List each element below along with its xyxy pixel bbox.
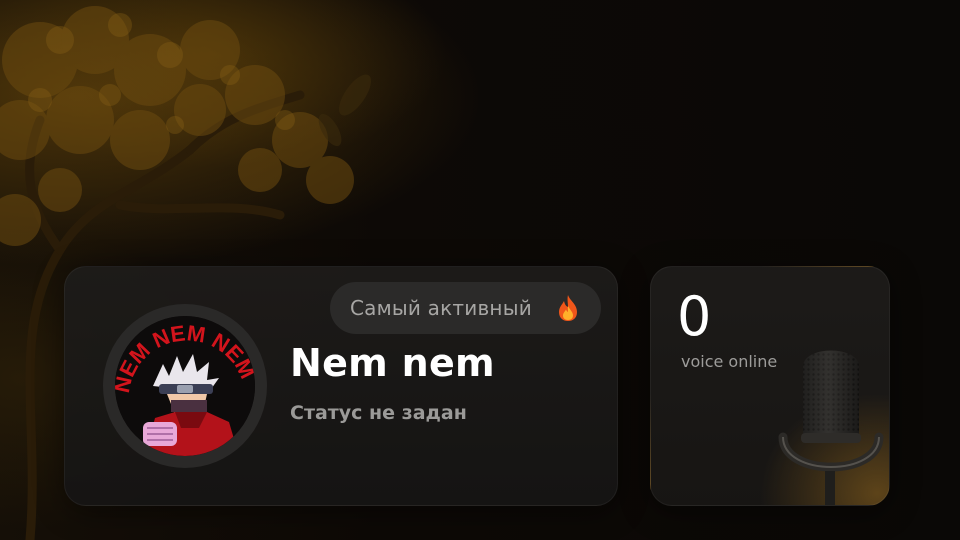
avatar-ring: NEM NEM NEM (103, 304, 267, 468)
status-text: Статус не задан (290, 402, 467, 424)
fire-icon (559, 295, 577, 321)
voice-online-card: 0 voice online (650, 266, 890, 506)
most-active-badge: Самый активный (330, 282, 601, 334)
microphone-icon (778, 350, 884, 505)
profile-card: Самый активный NEM NEM NEM (64, 266, 618, 506)
profile-banner: Самый активный NEM NEM NEM (0, 0, 960, 540)
avatar[interactable]: NEM NEM NEM (115, 316, 255, 456)
badge-label: Самый активный (350, 296, 532, 320)
avatar-image: NEM NEM NEM (115, 316, 255, 456)
username: Nem nem (290, 341, 495, 385)
voice-online-count: 0 (677, 285, 712, 348)
